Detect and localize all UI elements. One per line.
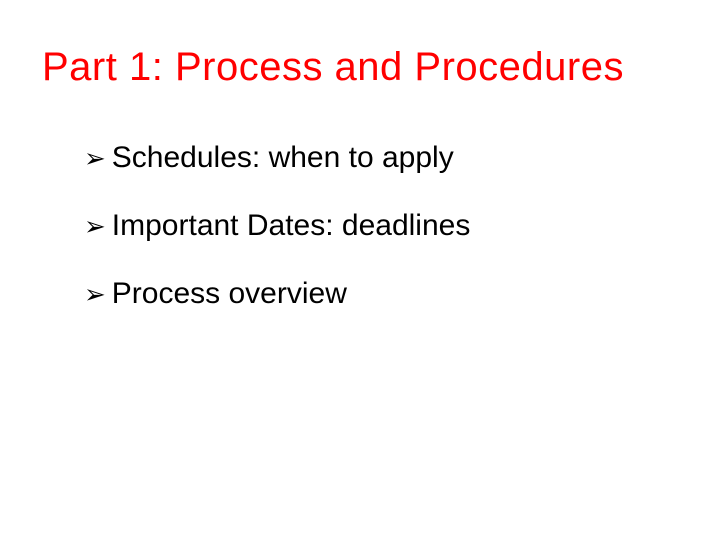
chevron-right-icon: ➢ xyxy=(84,145,106,171)
list-item: ➢ Important Dates: deadlines xyxy=(84,208,678,244)
list-item: ➢ Process overview xyxy=(84,276,678,312)
chevron-right-icon: ➢ xyxy=(84,281,106,307)
bullet-text: Process overview xyxy=(112,276,347,312)
bullet-list: ➢ Schedules: when to apply ➢ Important D… xyxy=(42,140,678,312)
bullet-text: Schedules: when to apply xyxy=(112,140,454,176)
list-item: ➢ Schedules: when to apply xyxy=(84,140,678,176)
slide-title: Part 1: Process and Procedures xyxy=(42,45,678,90)
chevron-right-icon: ➢ xyxy=(84,213,106,239)
slide-container: Part 1: Process and Procedures ➢ Schedul… xyxy=(0,0,720,389)
bullet-text: Important Dates: deadlines xyxy=(112,208,471,244)
